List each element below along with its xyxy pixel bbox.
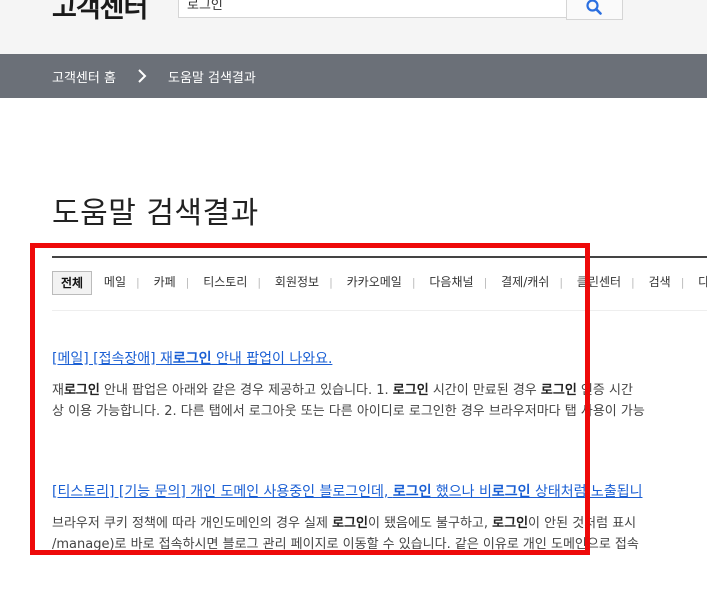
tab-all[interactable]: 전체 — [52, 271, 93, 295]
page-title: 도움말 검색결과 — [52, 196, 259, 231]
tab-clean-center[interactable]: 클린센터 — [569, 271, 629, 293]
result-item: [티스토리] [기능 문의] 개인 도메인 사용중인 블로그인데, 로그인 했으… — [52, 481, 707, 555]
tab-kakao-mail[interactable]: 카카오메일 — [339, 271, 410, 293]
tab-member-info[interactable]: 회원정보 — [267, 271, 327, 293]
search-icon — [586, 0, 602, 15]
result-snippet: 재로그인 안내 팝업은 아래와 같은 경우 제공하고 있습니다. 1. 로그인 … — [52, 383, 645, 419]
tabs-top-divider — [52, 256, 707, 258]
tab-divider: | — [559, 276, 564, 289]
tab-cafe[interactable]: 카페 — [146, 271, 184, 293]
search-input[interactable] — [187, 0, 557, 17]
search-box[interactable] — [178, 0, 566, 18]
tab-mail[interactable]: 메일 — [96, 271, 134, 293]
tab-divider: | — [257, 276, 262, 289]
result-item: [메일] [접속장애] 재로그인 안내 팝업이 나와요. 재로그인 안내 팝업은… — [52, 348, 707, 422]
chevron-right-icon — [138, 69, 147, 83]
tab-payment-cash[interactable]: 결제/캐쉬 — [493, 271, 557, 293]
breadcrumb-home-link[interactable]: 고객센터 홈 — [52, 67, 116, 86]
tab-divider: | — [680, 276, 685, 289]
result-title-link[interactable]: [메일] [접속장애] 재로그인 안내 팝업이 나와요. — [52, 348, 707, 368]
logo[interactable]: 고객센터 — [52, 0, 148, 25]
tab-daum[interactable]: 다음 — [690, 271, 707, 293]
tab-tistory[interactable]: 티스토리 — [195, 271, 255, 293]
result-snippet: 브라우저 쿠키 정책에 따라 개인도메인의 경우 실제 로그인이 됐음에도 불구… — [52, 516, 639, 552]
result-title-link[interactable]: [티스토리] [기능 문의] 개인 도메인 사용중인 블로그인데, 로그인 했으… — [52, 481, 707, 501]
tab-divider: | — [136, 276, 140, 289]
tab-daum-channel[interactable]: 다음채널 — [421, 271, 481, 293]
tab-divider: | — [185, 276, 190, 289]
breadcrumb: 고객센터 홈 도움말 검색결과 — [0, 54, 707, 98]
search-button[interactable] — [566, 0, 623, 20]
tab-search[interactable]: 검색 — [641, 271, 679, 293]
tab-divider: | — [483, 276, 488, 289]
category-tabs: 전체 메일 | 카페 | 티스토리 | 회원정보 | 카카오메일 | 다음채널 | 결제/캐… — [52, 271, 707, 295]
breadcrumb-current: 도움말 검색결과 — [168, 71, 256, 86]
top-header: 고객센터 — [0, 0, 707, 54]
tabs-bottom-divider — [52, 310, 707, 311]
tab-divider: | — [631, 276, 635, 289]
tab-divider: | — [329, 276, 333, 289]
tab-divider: | — [411, 276, 416, 289]
